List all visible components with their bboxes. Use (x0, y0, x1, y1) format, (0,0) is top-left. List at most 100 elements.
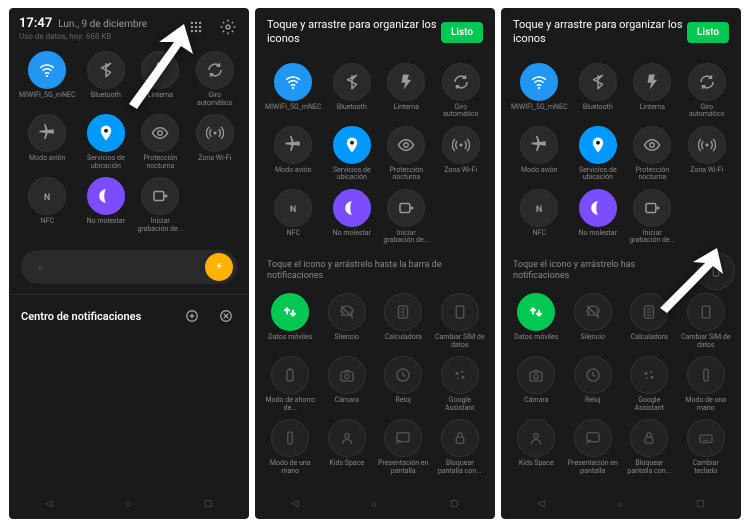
tile-dnd[interactable]: No molestar (82, 177, 130, 234)
manage-icon[interactable] (181, 305, 203, 327)
tile-label: Google Assistant (435, 397, 486, 413)
tile-rec[interactable]: Iniciar grabación de... (382, 189, 430, 246)
tile-plane[interactable]: Modo avión (19, 114, 76, 171)
tile-cast[interactable]: Presentación en pantalla (568, 419, 619, 476)
notification-center-header: Centro de notificaciones (9, 294, 249, 333)
tile-label: Servicios de ubicación (82, 155, 130, 171)
tile-eye[interactable]: Protección nocturna (136, 114, 184, 171)
tile-nfc[interactable]: NNFC (19, 177, 76, 234)
tile-data[interactable]: Datos móviles (511, 293, 562, 350)
tile-calc[interactable]: Calculadora (378, 293, 429, 350)
tile-sim[interactable]: Cambiar SIM de datos (681, 293, 732, 350)
done-button[interactable]: Listo (441, 22, 483, 43)
tile-hotspot[interactable]: Zona Wi-Fi (683, 126, 731, 183)
brightness-low-icon: ☼ (29, 255, 53, 279)
tile-kids[interactable]: Kids Space (322, 419, 373, 476)
wifi-icon (274, 63, 312, 101)
brightness-slider[interactable]: ☼ ☀ (21, 250, 237, 284)
nav-recent-icon[interactable]: ▢ (450, 499, 459, 509)
assist-icon (441, 356, 479, 394)
tile-label: Protección nocturna (382, 167, 430, 183)
done-button[interactable]: Listo (687, 22, 729, 43)
tile-eye[interactable]: Protección nocturna (628, 126, 676, 183)
hand-icon (687, 356, 725, 394)
tile-assist[interactable]: Google Assistant (435, 356, 486, 413)
rotate-icon (442, 63, 480, 101)
tile-clock[interactable]: Reloj (568, 356, 619, 413)
tile-loc[interactable]: Servicios de ubicación (82, 114, 130, 171)
tile-hand[interactable]: Modo de una mano (681, 356, 732, 413)
nav-bar: ◁ ○ ▢ (501, 489, 741, 519)
tile-dnd[interactable]: No molestar (574, 189, 622, 246)
tile-data[interactable]: Datos móviles (265, 293, 316, 350)
tile-label: MIWIFI_5G_mNEC (19, 92, 76, 108)
tile-cast[interactable]: Presentación en pantalla (378, 419, 429, 476)
clock-icon (384, 356, 422, 394)
tile-nfc[interactable]: NNFC (511, 189, 568, 246)
nav-recent-icon[interactable]: ▢ (204, 499, 213, 509)
nav-home-icon[interactable]: ○ (125, 499, 130, 510)
settings-gear-icon[interactable] (217, 16, 239, 38)
tile-rec[interactable]: Iniciar grabación de... (628, 189, 676, 246)
tile-rotate[interactable]: Giro automático (683, 63, 731, 120)
edit-grid-icon[interactable] (185, 16, 207, 38)
tile-calc[interactable]: Calculadora (624, 293, 675, 350)
nav-home-icon[interactable]: ○ (371, 499, 376, 510)
tile-loc[interactable]: Servicios de ubicación (574, 126, 622, 183)
tile-flash[interactable]: Linterna (382, 63, 430, 120)
tile-lock[interactable]: Bloquear pantalla con... (435, 419, 486, 476)
tile-bt[interactable]: Bluetooth (82, 51, 130, 108)
tile-battery[interactable]: Modo de ahorro de... (265, 356, 316, 413)
tile-kbd[interactable]: Cambiar teclado (681, 419, 732, 476)
nav-back-icon[interactable]: ◁ (538, 499, 545, 509)
tile-label: Cámara (335, 397, 359, 413)
tile-bt[interactable]: Bluetooth (328, 63, 376, 120)
tile-label: Datos móviles (514, 334, 558, 350)
tile-wifi[interactable]: MIWIFI_5G_mNEC (265, 63, 322, 120)
tile-wifi[interactable]: MIWIFI_5G_mNEC (511, 63, 568, 120)
tile-label: NFC (41, 218, 54, 234)
tile-lock[interactable]: Bloquear pantalla con... (624, 419, 675, 476)
tile-hand[interactable]: Modo de una mano (265, 419, 316, 476)
tile-mute[interactable]: Silencio (568, 293, 619, 350)
tile-hotspot[interactable]: Zona Wi-Fi (437, 126, 485, 183)
tile-label: NFC (533, 230, 546, 246)
tile-bt[interactable]: Bluetooth (574, 63, 622, 120)
tile-cam[interactable]: Cámara (322, 356, 373, 413)
nav-back-icon[interactable]: ◁ (46, 499, 53, 509)
nav-back-icon[interactable]: ◁ (292, 499, 299, 509)
tile-plane[interactable]: Modo avión (265, 126, 322, 183)
tile-label: Datos móviles (268, 334, 312, 350)
tile-mute[interactable]: Silencio (322, 293, 373, 350)
nav-home-icon[interactable]: ○ (617, 499, 622, 510)
tile-assist[interactable]: Google Assistant (624, 356, 675, 413)
quick-tiles-grid: MIWIFI_5G_mNECBluetoothLinternaGiro auto… (501, 57, 741, 252)
tile-sim[interactable]: Cambiar SIM de datos (435, 293, 486, 350)
tile-nfc[interactable]: NNFC (265, 189, 322, 246)
tile-cam[interactable]: Cámara (511, 356, 562, 413)
nav-recent-icon[interactable]: ▢ (696, 499, 705, 509)
bt-icon (333, 63, 371, 101)
tile-flash[interactable]: Linterna (136, 51, 184, 108)
tile-label: Modo de ahorro de... (265, 397, 316, 413)
tile-label: Modo de una mano (265, 460, 316, 476)
plane-icon (28, 114, 66, 152)
tile-rotate[interactable]: Giro automático (437, 63, 485, 120)
assist-icon (630, 356, 668, 394)
tile-eye[interactable]: Protección nocturna (382, 126, 430, 183)
tile-plane[interactable]: Modo avión (511, 126, 568, 183)
tile-rotate[interactable]: Giro automático (191, 51, 239, 108)
tile-label: Bluetooth (337, 104, 367, 120)
dragged-tile[interactable] (697, 252, 735, 290)
tile-dnd[interactable]: No molestar (328, 189, 376, 246)
tile-hotspot[interactable]: Zona Wi-Fi (191, 114, 239, 171)
tile-flash[interactable]: Linterna (628, 63, 676, 120)
tile-loc[interactable]: Servicios de ubicación (328, 126, 376, 183)
tile-kids[interactable]: Kids Space (511, 419, 562, 476)
cast-icon (574, 419, 612, 457)
clear-all-icon[interactable] (215, 305, 237, 327)
tile-rec[interactable]: Iniciar grabación de... (136, 177, 184, 234)
notification-center-title: Centro de notificaciones (21, 310, 141, 323)
tile-wifi[interactable]: MIWIFI_5G_mNEC (19, 51, 76, 108)
tile-clock[interactable]: Reloj (378, 356, 429, 413)
